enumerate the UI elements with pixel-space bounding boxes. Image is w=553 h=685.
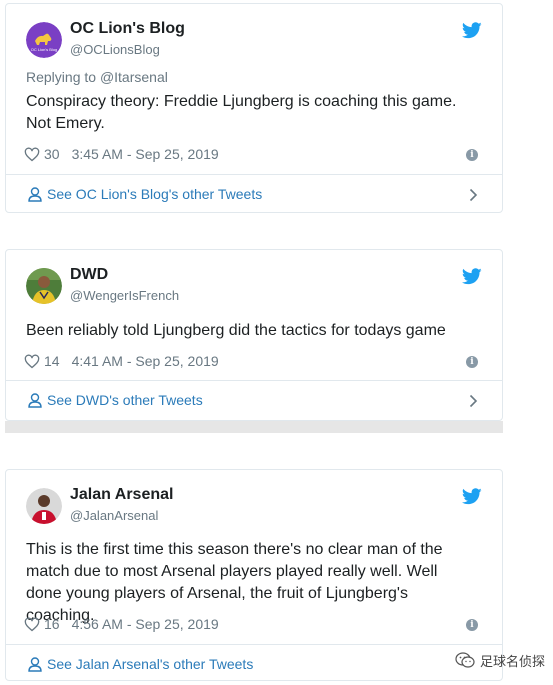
person-icon [28,187,42,202]
tweet-meta: 14 4:41 AM - Sep 25, 2019 [24,353,219,369]
author-handle[interactable]: @JalanArsenal [70,508,158,523]
info-icon[interactable]: i [466,356,478,368]
twitter-bird-icon[interactable] [462,488,482,505]
see-other-tweets-link[interactable]: See OC Lion's Blog's other Tweets [47,186,262,202]
reply-prefix: Replying to [26,69,100,85]
reply-to-link[interactable]: @Itarsenal [100,69,168,85]
chevron-right-icon[interactable] [469,188,478,202]
avatar[interactable] [26,488,62,524]
like-count[interactable]: 14 [44,353,60,369]
watermark: 足球名侦探 [455,651,545,670]
info-icon[interactable]: i [466,619,478,631]
tweet-meta: 16 4:56 AM - Sep 25, 2019 [24,616,219,632]
see-other-tweets-link[interactable]: See Jalan Arsenal's other Tweets [47,656,253,672]
reply-context: Replying to @Itarsenal [26,69,168,85]
see-other-tweets-footer[interactable]: See OC Lion's Blog's other Tweets [6,175,502,215]
person-icon [28,393,42,408]
person-icon [28,657,42,672]
heart-icon[interactable] [24,147,40,162]
timestamp[interactable]: 4:56 AM - Sep 25, 2019 [72,616,219,632]
tweet-card: Jalan Arsenal @JalanArsenal This is the … [5,469,503,681]
tweet-text: Been reliably told Ljungberg did the tac… [26,322,446,339]
tweet-text: This is the first time this season there… [26,541,443,624]
separator-bar [5,421,503,433]
wechat-icon [455,652,475,668]
avatar[interactable]: OC Lion's Blog [26,22,62,58]
tweet-meta: 30 3:45 AM - Sep 25, 2019 [24,146,219,162]
svg-text:OC Lion's Blog: OC Lion's Blog [31,47,58,52]
tweet-card: DWD @WengerIsFrench Been reliably told L… [5,249,503,421]
author-handle[interactable]: @WengerIsFrench [70,288,179,303]
see-other-tweets-footer[interactable]: See Jalan Arsenal's other Tweets [6,645,502,685]
avatar[interactable] [26,268,62,304]
author-name[interactable]: OC Lion's Blog [70,20,185,38]
heart-icon[interactable] [24,354,40,369]
twitter-bird-icon[interactable] [462,22,482,39]
author-handle[interactable]: @OCLionsBlog [70,42,160,57]
info-icon[interactable]: i [466,149,478,161]
heart-icon[interactable] [24,617,40,632]
author-name[interactable]: DWD [70,266,108,284]
watermark-text: 足球名侦探 [479,654,545,669]
see-other-tweets-footer[interactable]: See DWD's other Tweets [6,381,502,421]
timestamp[interactable]: 3:45 AM - Sep 25, 2019 [72,146,219,162]
author-name[interactable]: Jalan Arsenal [70,486,173,504]
timestamp[interactable]: 4:41 AM - Sep 25, 2019 [72,353,219,369]
like-count[interactable]: 30 [44,146,60,162]
tweet-card: OC Lion's Blog OC Lion's Blog @OCLionsBl… [5,3,503,213]
twitter-bird-icon[interactable] [462,268,482,285]
chevron-right-icon[interactable] [469,394,478,408]
like-count[interactable]: 16 [44,616,60,632]
see-other-tweets-link[interactable]: See DWD's other Tweets [47,392,203,408]
tweet-text: Conspiracy theory: Freddie Ljungberg is … [26,93,457,132]
